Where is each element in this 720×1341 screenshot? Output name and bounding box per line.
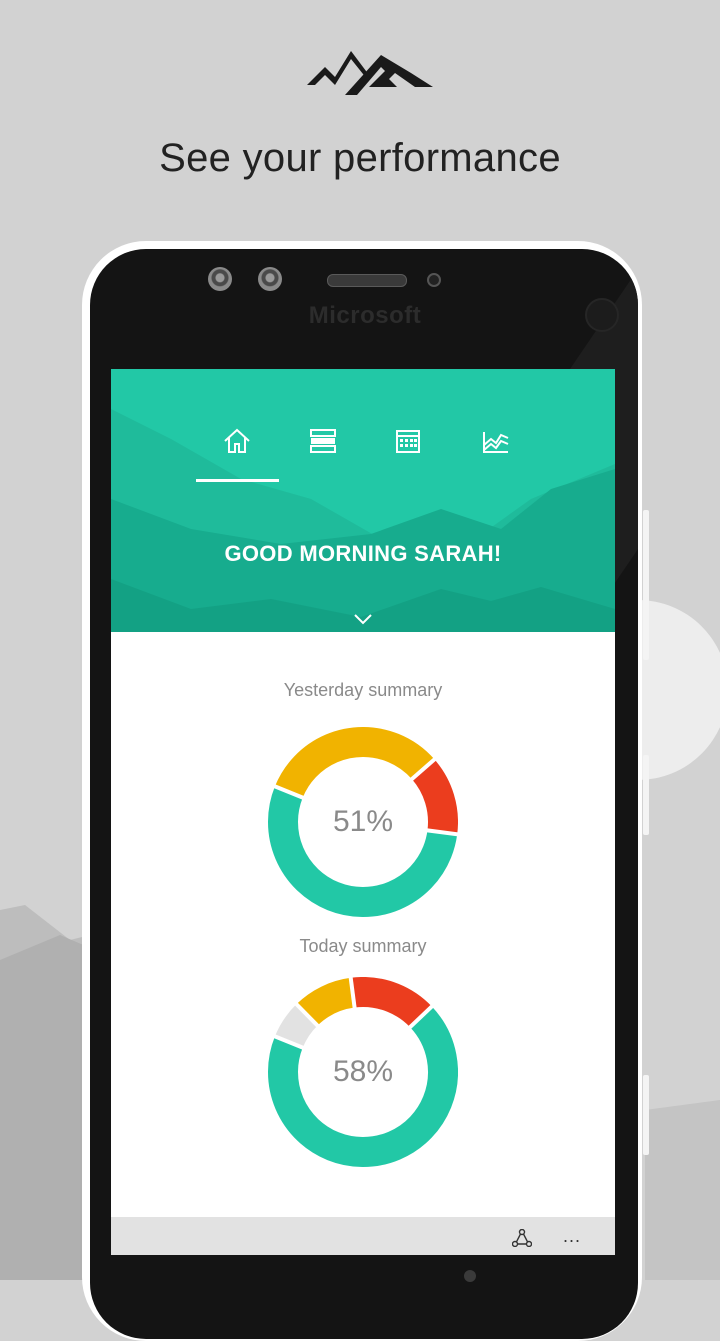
yesterday-percent: 51% xyxy=(332,805,394,838)
chart-icon xyxy=(483,432,509,453)
yesterday-donut-chart: 51% xyxy=(268,726,459,917)
calendar-icon xyxy=(396,430,420,453)
chevron-down-icon[interactable] xyxy=(353,613,373,625)
phone-side-button xyxy=(643,1075,649,1155)
camera-lens xyxy=(208,267,232,291)
yesterday-summary-title: Yesterday summary xyxy=(283,680,443,700)
proximity-sensor xyxy=(427,273,441,287)
phone-bottom-dot xyxy=(464,1270,476,1282)
nav-home[interactable] xyxy=(217,421,257,461)
app-screen: GOOD MORNING SARAH! Yesterday summary 51… xyxy=(111,369,615,1255)
nav-selected-indicator xyxy=(196,479,279,482)
phone-side-button xyxy=(643,510,649,660)
top-nav xyxy=(111,421,615,461)
earpiece-speaker xyxy=(327,274,407,287)
headline: See your performance xyxy=(159,136,561,180)
today-percent: 58% xyxy=(332,1055,394,1088)
home-icon xyxy=(224,428,250,453)
camera-lens xyxy=(258,267,282,291)
bottom-app-bar: ... xyxy=(111,1217,615,1255)
greeting-text: GOOD MORNING SARAH! xyxy=(224,541,502,566)
nav-chart[interactable] xyxy=(476,421,516,461)
hero-mountains xyxy=(111,409,615,632)
list-icon xyxy=(310,429,336,453)
more-button[interactable]: ... xyxy=(557,1225,587,1247)
hero-header: GOOD MORNING SARAH! xyxy=(111,369,615,632)
today-donut-chart: 58% xyxy=(268,976,458,1167)
device-brand: Microsoft xyxy=(308,302,422,329)
today-summary-title: Today summary xyxy=(299,936,427,956)
phone-side-button xyxy=(643,755,649,835)
nav-calendar[interactable] xyxy=(388,421,428,461)
nav-list[interactable] xyxy=(303,421,343,461)
brand-logo xyxy=(307,51,433,95)
share-icon[interactable] xyxy=(512,1229,532,1247)
